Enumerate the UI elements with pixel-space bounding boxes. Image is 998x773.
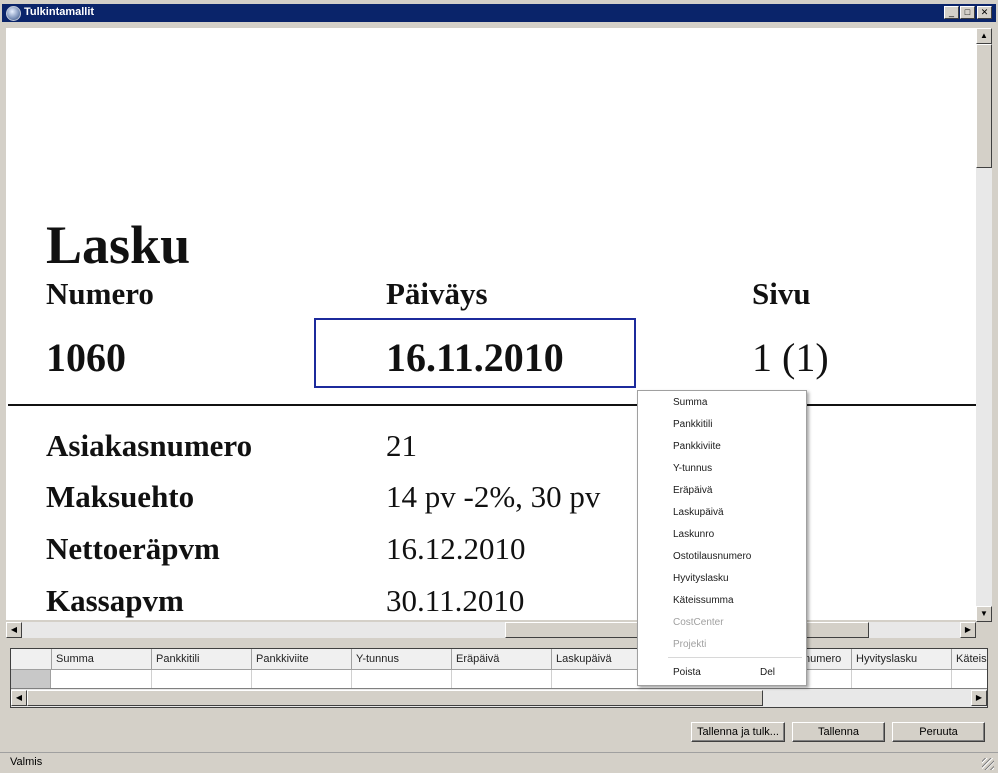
- scroll-left-icon[interactable]: ◀: [11, 690, 27, 706]
- menu-item-summa[interactable]: Summa: [639, 392, 805, 414]
- doc-field-value: 21: [386, 428, 417, 463]
- column-header[interactable]: Pankkiviite: [251, 649, 351, 669]
- resize-grip-icon[interactable]: [982, 758, 994, 770]
- doc-field-label: Nettoeräpvm: [46, 531, 220, 566]
- grid-cell[interactable]: [851, 670, 951, 688]
- close-button[interactable]: ✕: [977, 6, 992, 19]
- doc-divider: [8, 404, 976, 406]
- doc-heading: Lasku: [46, 215, 191, 275]
- doc-field-value: 30.11.2010: [386, 583, 525, 618]
- doc-value-numero: 1060: [46, 335, 126, 380]
- column-header[interactable]: Summa: [51, 649, 151, 669]
- doc-field-value: 16.12.2010: [386, 531, 526, 566]
- menu-separator: [668, 657, 802, 658]
- menu-item-laskupaiva[interactable]: Laskupäivä: [639, 502, 805, 524]
- menu-item-laskunro[interactable]: Laskunro: [639, 524, 805, 546]
- app-icon[interactable]: [6, 6, 21, 21]
- column-header[interactable]: Käteis: [951, 649, 987, 669]
- selection-rectangle[interactable]: [314, 318, 636, 388]
- menu-item-erapaiva[interactable]: Eräpäivä: [639, 480, 805, 502]
- vertical-scrollbar[interactable]: ▲ ▼: [976, 28, 992, 622]
- status-bar: Valmis: [0, 752, 998, 773]
- field-context-menu: Summa Pankkitili Pankkiviite Y-tunnus Er…: [637, 390, 807, 686]
- column-header[interactable]: Y-tunnus: [351, 649, 451, 669]
- grid-cell[interactable]: [251, 670, 351, 688]
- title-bar-strip[interactable]: Tulkintamallit _ □ ✕: [2, 4, 996, 22]
- window-title: Tulkintamallit: [24, 6, 95, 18]
- save-button[interactable]: Tallenna: [792, 722, 885, 742]
- scroll-right-icon[interactable]: ▶: [960, 622, 976, 638]
- grid-cell[interactable]: [551, 670, 651, 688]
- scroll-up-icon[interactable]: ▲: [976, 28, 992, 44]
- title-bar: Tulkintamallit _ □ ✕: [0, 0, 998, 26]
- doc-field-label: Asiakasnumero: [46, 428, 253, 463]
- grid-cell[interactable]: [151, 670, 251, 688]
- doc-field-label: Maksuehto: [46, 479, 195, 514]
- minimize-button[interactable]: _: [944, 6, 959, 19]
- menu-item-ostotilausnumero[interactable]: Ostotilausnumero: [639, 546, 805, 568]
- doc-label-numero: Numero: [46, 276, 154, 311]
- table-row[interactable]: [11, 670, 987, 688]
- menu-item-delete-shortcut: Del: [759, 667, 775, 678]
- scroll-down-icon[interactable]: ▼: [976, 606, 992, 622]
- menu-item-pankkitili[interactable]: Pankkitili: [639, 414, 805, 436]
- doc-value-sivu: 1 (1): [752, 335, 829, 380]
- column-header[interactable]: Laskupäivä: [551, 649, 651, 669]
- grid-horizontal-scrollbar[interactable]: ◀ ▶: [11, 689, 987, 707]
- menu-item-projekti: Projekti: [673, 639, 707, 650]
- row-selector[interactable]: [11, 670, 51, 688]
- horizontal-scrollbar[interactable]: ◀ ▶: [6, 622, 976, 638]
- maximize-button[interactable]: □: [960, 6, 975, 19]
- grid-cell[interactable]: [451, 670, 551, 688]
- doc-field-value: 14 pv -2%, 30 pv: [386, 479, 601, 514]
- doc-field-label: Kassapvm: [46, 583, 184, 618]
- column-header[interactable]: numero: [801, 649, 851, 669]
- document-preview[interactable]: Lasku Numero Päiväys Sivu 1060 16.11.201…: [6, 28, 976, 620]
- menu-item-delete-label: Poista: [673, 667, 701, 678]
- save-and-interpret-button[interactable]: Tallenna ja tulk...: [691, 722, 785, 742]
- doc-label-sivu: Sivu: [752, 276, 811, 311]
- scroll-left-icon[interactable]: ◀: [6, 622, 22, 638]
- status-text: Valmis: [10, 756, 43, 768]
- menu-item-hyvityslasku[interactable]: Hyvityslasku: [639, 568, 805, 590]
- vertical-scroll-thumb[interactable]: [976, 44, 992, 168]
- grid-cell[interactable]: [351, 670, 451, 688]
- column-header[interactable]: Hyvityslasku: [851, 649, 951, 669]
- menu-item-costcenter: CostCenter: [673, 617, 724, 628]
- column-header[interactable]: Pankkitili: [151, 649, 251, 669]
- grid-scroll-thumb[interactable]: [27, 690, 763, 706]
- menu-item-pankkiviite[interactable]: Pankkiviite: [639, 436, 805, 458]
- grid-header: Summa Pankkitili Pankkiviite Y-tunnus Er…: [11, 649, 987, 670]
- field-grid[interactable]: Summa Pankkitili Pankkiviite Y-tunnus Er…: [10, 648, 988, 708]
- menu-item-delete[interactable]: Poista Del: [639, 662, 805, 684]
- column-header[interactable]: Eräpäivä: [451, 649, 551, 669]
- scroll-right-icon[interactable]: ▶: [971, 690, 987, 706]
- menu-item-kateissumma[interactable]: Käteissumma: [639, 590, 805, 612]
- doc-label-paivays: Päiväys: [386, 276, 488, 311]
- cancel-button[interactable]: Peruuta: [892, 722, 985, 742]
- menu-item-y-tunnus[interactable]: Y-tunnus: [639, 458, 805, 480]
- grid-cell[interactable]: [951, 670, 987, 688]
